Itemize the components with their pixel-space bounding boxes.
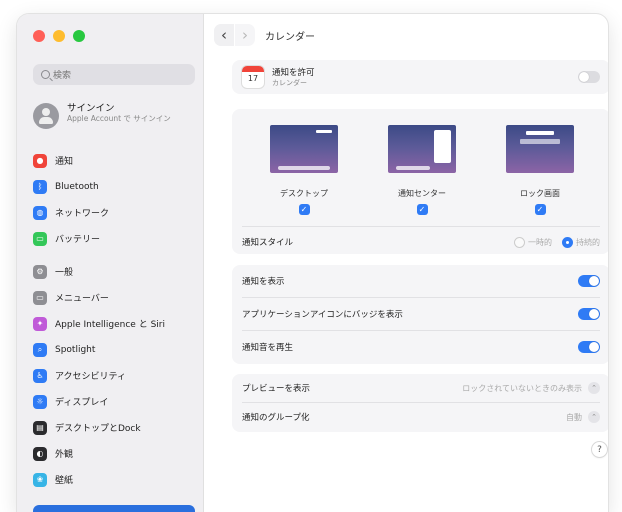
alert-style-label: 通知スタイル	[242, 238, 294, 248]
sidebar-item[interactable]: ◐ 外観	[33, 443, 201, 464]
sidebar-item-label: アクセシビリティ	[55, 372, 127, 382]
lock-screen-preview	[506, 125, 574, 173]
spotlight-icon: ⌕	[33, 342, 47, 357]
settings-window: 検索 サインイン Apple Account で サインイン ● 通知 ᛒ Bluet…	[17, 14, 608, 512]
account-title: サインイン	[67, 103, 115, 114]
show-preview-select[interactable]: ロックされていないときのみ表示 ⌃	[462, 382, 600, 394]
page-title: カレンダー	[265, 31, 315, 43]
appearance-icon: ◐	[33, 446, 47, 461]
gear-icon: ⚙	[33, 264, 47, 279]
play-sound-toggle[interactable]	[578, 341, 600, 353]
app-card: 17 通知を許可 カレンダー	[232, 60, 608, 94]
badge-app-icon-label: アプリケーションアイコンにバッジを表示	[242, 310, 403, 320]
chevron-updown-icon: ⌃	[588, 411, 600, 423]
forward-button[interactable]: ›	[235, 24, 255, 46]
sidebar-item[interactable]: ☼ ディスプレイ	[33, 391, 201, 412]
sidebar-item-label: Apple Intelligence と Siri	[55, 320, 165, 330]
main-pane: ‹ › カレンダー 17 通知を許可 カレンダー デスクトップ ✓ 通知センター…	[204, 14, 608, 512]
search-input[interactable]: 検索	[33, 64, 195, 85]
sidebar-item[interactable]: ❀ 壁紙	[33, 469, 201, 490]
allow-notifications-label: 通知を許可	[272, 68, 315, 78]
calendar-icon: 17	[242, 66, 264, 88]
zoom-button[interactable]	[73, 30, 85, 42]
search-icon	[41, 70, 50, 79]
sidebar-item-label: Spotlight	[55, 344, 96, 355]
desktop-checkbox[interactable]: ✓	[298, 204, 310, 215]
sidebar-item[interactable]: ● 通知	[33, 150, 201, 171]
sidebar-item[interactable]: ◍ ネットワーク	[33, 202, 201, 223]
play-sound-label: 通知音を再生	[242, 343, 294, 353]
sidebar-item-label: 壁紙	[55, 476, 74, 486]
wallpaper-icon: ❀	[33, 472, 47, 487]
sidebar-item-label: デスクトップとDock	[55, 424, 141, 434]
allow-notifications-toggle[interactable]	[578, 71, 600, 83]
style-lock-screen: ロック画面 ✓	[506, 125, 574, 215]
grouping-label: 通知のグループ化	[242, 413, 310, 423]
sidebar-item[interactable]: ▭ バッテリー	[33, 228, 201, 249]
sidebar-item-label: 一般	[55, 268, 74, 278]
sidebar-item-label: ネットワーク	[55, 209, 110, 219]
sidebar-item-label: 通知	[55, 157, 74, 167]
selects-card: プレビューを表示 ロックされていないときのみ表示 ⌃ 通知のグループ化 自動 ⌃	[232, 374, 608, 432]
globe-icon: ◍	[33, 205, 47, 220]
sidebar-item-label: バッテリー	[55, 235, 101, 245]
accessibility-icon: ♿	[33, 368, 47, 383]
sidebar-item[interactable]: ⚙ 一般	[33, 261, 201, 282]
notification-style-card: デスクトップ ✓ 通知センター ✓ ロック画面 ✓ 通知スタイル 一時的 持続的	[232, 109, 608, 254]
style-notification-center: 通知センター ✓	[388, 125, 456, 215]
bluetooth-icon: ᛒ	[33, 179, 47, 194]
display-icon: ☼	[33, 394, 47, 409]
sidebar-item[interactable]: ♿ アクセシビリティ	[33, 365, 201, 386]
chevron-updown-icon: ⌃	[588, 382, 600, 394]
account-signin[interactable]: サインイン Apple Account で サインイン	[33, 100, 198, 129]
sidebar-list: ● 通知 ᛒ Bluetooth ◍ ネットワーク ▭ バッテリー ⚙ 一般 ▭ メニューバー ✦ App…	[33, 150, 201, 495]
alert-style-radios: 一時的 持続的	[514, 236, 600, 248]
badge-app-icon-toggle[interactable]	[578, 308, 600, 320]
sidebar-item[interactable]: ▭ メニューバー	[33, 287, 201, 308]
app-name: カレンダー	[272, 79, 307, 87]
show-notifications-label: 通知を表示	[242, 277, 285, 287]
menubar-icon: ▭	[33, 290, 47, 305]
sidebar-item[interactable]: ᛒ Bluetooth	[33, 176, 201, 197]
toggles-card: 通知を表示 アプリケーションアイコンにバッジを表示 通知音を再生	[232, 265, 608, 364]
minimize-button[interactable]	[53, 30, 65, 42]
sidebar-item-label: ディスプレイ	[55, 398, 109, 408]
sidebar-item[interactable]: ⌕ Spotlight	[33, 339, 201, 360]
battery-icon: ▭	[33, 231, 47, 246]
sidebar-selected-item[interactable]	[33, 505, 195, 512]
style-desktop: デスクトップ ✓	[270, 125, 338, 215]
notification-center-checkbox[interactable]: ✓	[416, 204, 428, 215]
radio-temporary[interactable]	[514, 236, 525, 248]
window-controls	[33, 30, 85, 42]
avatar	[33, 103, 59, 129]
grouping-select[interactable]: 自動 ⌃	[566, 411, 600, 423]
bell-icon: ●	[33, 153, 47, 168]
search-placeholder: 検索	[53, 71, 72, 81]
sidebar-item-label: Bluetooth	[55, 181, 99, 192]
siri-icon: ✦	[33, 316, 47, 331]
help-button[interactable]: ?	[592, 442, 607, 457]
sidebar-item[interactable]: ▤ デスクトップとDock	[33, 417, 201, 438]
notification-center-preview	[388, 125, 456, 173]
dock-icon: ▤	[33, 420, 47, 435]
back-button[interactable]: ‹	[214, 24, 234, 46]
close-button[interactable]	[33, 30, 45, 42]
desktop-preview	[270, 125, 338, 173]
sidebar-item-label: メニューバー	[55, 294, 109, 304]
show-preview-label: プレビューを表示	[242, 384, 311, 394]
toolbar: ‹ › カレンダー	[204, 14, 608, 56]
account-subtitle: Apple Account で サインイン	[67, 114, 171, 123]
sidebar: 検索 サインイン Apple Account で サインイン ● 通知 ᛒ Bluet…	[17, 14, 204, 512]
show-notifications-toggle[interactable]	[578, 275, 600, 287]
lock-screen-checkbox[interactable]: ✓	[534, 204, 546, 215]
sidebar-item[interactable]: ✦ Apple Intelligence と Siri	[33, 313, 201, 334]
sidebar-item-label: 外観	[55, 450, 74, 460]
radio-persistent[interactable]	[562, 236, 573, 248]
